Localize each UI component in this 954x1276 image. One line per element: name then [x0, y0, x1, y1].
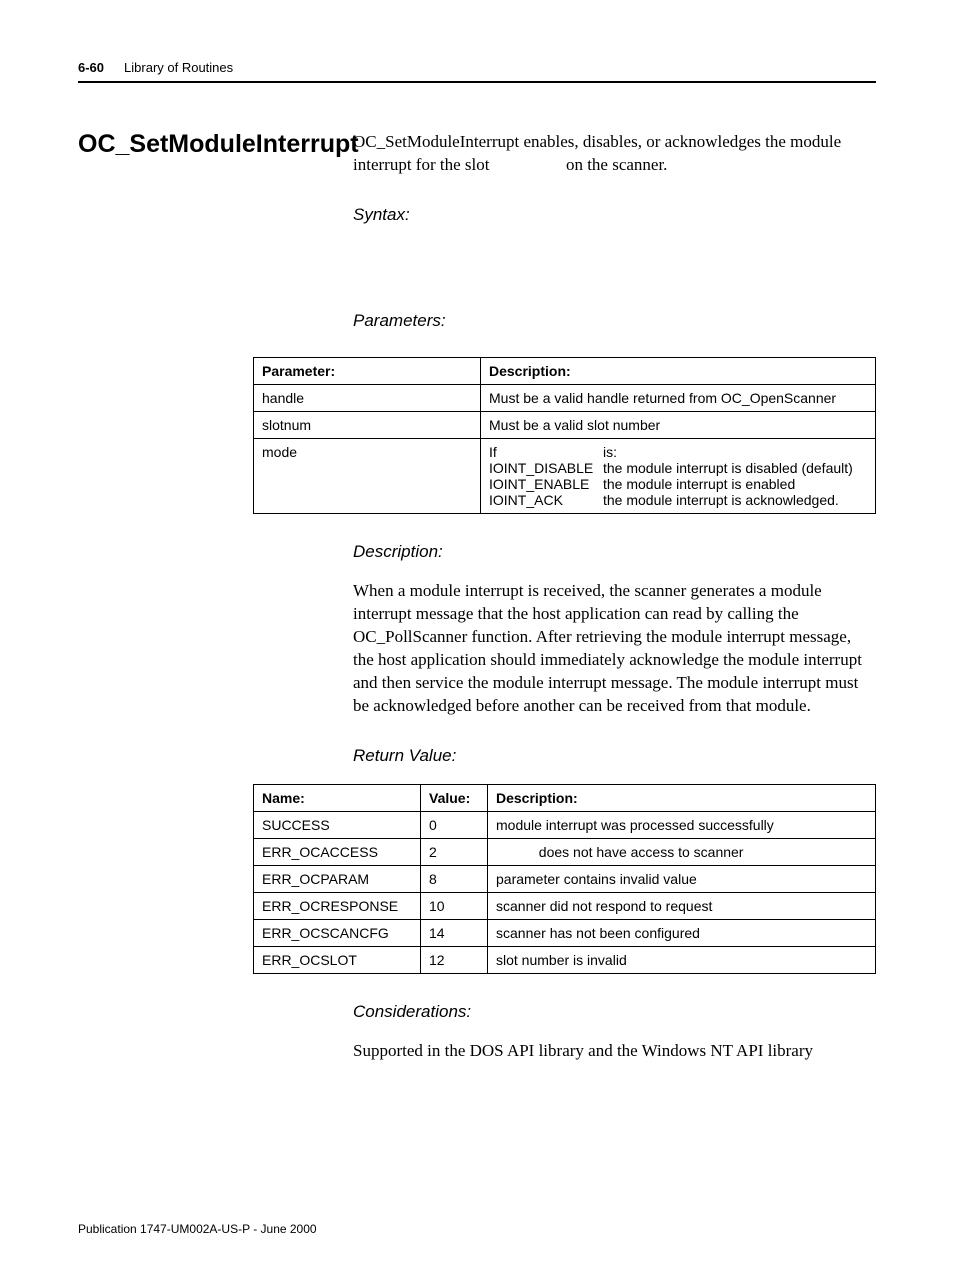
description-block: Description: When a module interrupt is … [353, 542, 876, 766]
table-header-row: Parameter: Description: [254, 357, 876, 384]
param-desc: Must be a valid slot number [481, 411, 876, 438]
function-name-heading: OC_SetModuleInterrupt [78, 131, 353, 159]
considerations-block: Considerations: Supported in the DOS API… [353, 1002, 876, 1063]
header-rule [78, 81, 876, 83]
param-header-name: Parameter: [254, 357, 481, 384]
rv-header-value: Value: [421, 784, 488, 811]
rv-desc: scanner has not been configured [488, 919, 876, 946]
table-row: ERR_OCRESPONSE 10 scanner did not respon… [254, 892, 876, 919]
rv-name: ERR_OCACCESS [254, 838, 421, 865]
rv-desc: module interrupt was processed successfu… [488, 811, 876, 838]
mode-effect: the module interrupt is acknowledged. [603, 492, 867, 508]
table-row: SUCCESS 0 module interrupt was processed… [254, 811, 876, 838]
param-desc: If IOINT_DISABLE IOINT_ENABLE IOINT_ACK … [481, 438, 876, 513]
param-name: slotnum [254, 411, 481, 438]
rv-desc: slot number is invalid [488, 946, 876, 973]
rv-name: ERR_OCPARAM [254, 865, 421, 892]
mode-code: IOINT_ACK [489, 492, 603, 508]
parameters-heading: Parameters: [353, 311, 876, 331]
mode-code: IOINT_ENABLE [489, 476, 603, 492]
rv-value: 2 [421, 838, 488, 865]
rv-desc: does not have access to scanner [488, 838, 876, 865]
param-desc: Must be a valid handle returned from OC_… [481, 384, 876, 411]
rv-value: 14 [421, 919, 488, 946]
table-row: ERR_OCSLOT 12 slot number is invalid [254, 946, 876, 973]
rv-desc: scanner did not respond to request [488, 892, 876, 919]
page: 6-60 Library of Routines OC_SetModuleInt… [0, 0, 954, 1276]
rv-name: ERR_OCSCANCFG [254, 919, 421, 946]
summary-text: OC_SetModuleInterrupt enables, disables,… [353, 131, 876, 177]
mode-is: is: [603, 444, 867, 460]
param-name: handle [254, 384, 481, 411]
rv-value: 10 [421, 892, 488, 919]
section-title: Library of Routines [124, 60, 233, 75]
rv-name: ERR_OCSLOT [254, 946, 421, 973]
rv-name: ERR_OCRESPONSE [254, 892, 421, 919]
description-text: When a module interrupt is received, the… [353, 580, 876, 718]
rv-header-name: Name: [254, 784, 421, 811]
considerations-text: Supported in the DOS API library and the… [353, 1040, 876, 1063]
param-name: mode [254, 438, 481, 513]
mode-effect: the module interrupt is enabled [603, 476, 867, 492]
return-value-heading: Return Value: [353, 746, 876, 766]
table-header-row: Name: Value: Description: [254, 784, 876, 811]
rv-desc: parameter contains invalid value [488, 865, 876, 892]
rv-value: 12 [421, 946, 488, 973]
table-row: slotnum Must be a valid slot number [254, 411, 876, 438]
rv-value: 8 [421, 865, 488, 892]
table-row: ERR_OCPARAM 8 parameter contains invalid… [254, 865, 876, 892]
page-header: 6-60 Library of Routines [78, 60, 876, 75]
publication-footer: Publication 1747-UM002A-US-P - June 2000 [78, 1222, 876, 1236]
page-number: 6-60 [78, 60, 104, 75]
table-row: mode If IOINT_DISABLE IOINT_ENABLE IOINT… [254, 438, 876, 513]
parameters-table: Parameter: Description: handle Must be a… [253, 357, 876, 514]
mode-effect: the module interrupt is disabled (defaul… [603, 460, 867, 476]
rv-name: SUCCESS [254, 811, 421, 838]
mode-if: If [489, 444, 497, 460]
table-row: ERR_OCSCANCFG 14 scanner has not been co… [254, 919, 876, 946]
rv-value: 0 [421, 811, 488, 838]
table-row: handle Must be a valid handle returned f… [254, 384, 876, 411]
syntax-heading: Syntax: [353, 205, 876, 225]
rv-header-desc: Description: [488, 784, 876, 811]
description-heading: Description: [353, 542, 876, 562]
param-header-desc: Description: [481, 357, 876, 384]
considerations-heading: Considerations: [353, 1002, 876, 1022]
mode-code: IOINT_DISABLE [489, 460, 603, 476]
function-section: OC_SetModuleInterrupt OC_SetModuleInterr… [78, 131, 876, 349]
table-row: ERR_OCACCESS 2 does not have access to s… [254, 838, 876, 865]
return-value-table: Name: Value: Description: SUCCESS 0 modu… [253, 784, 876, 974]
